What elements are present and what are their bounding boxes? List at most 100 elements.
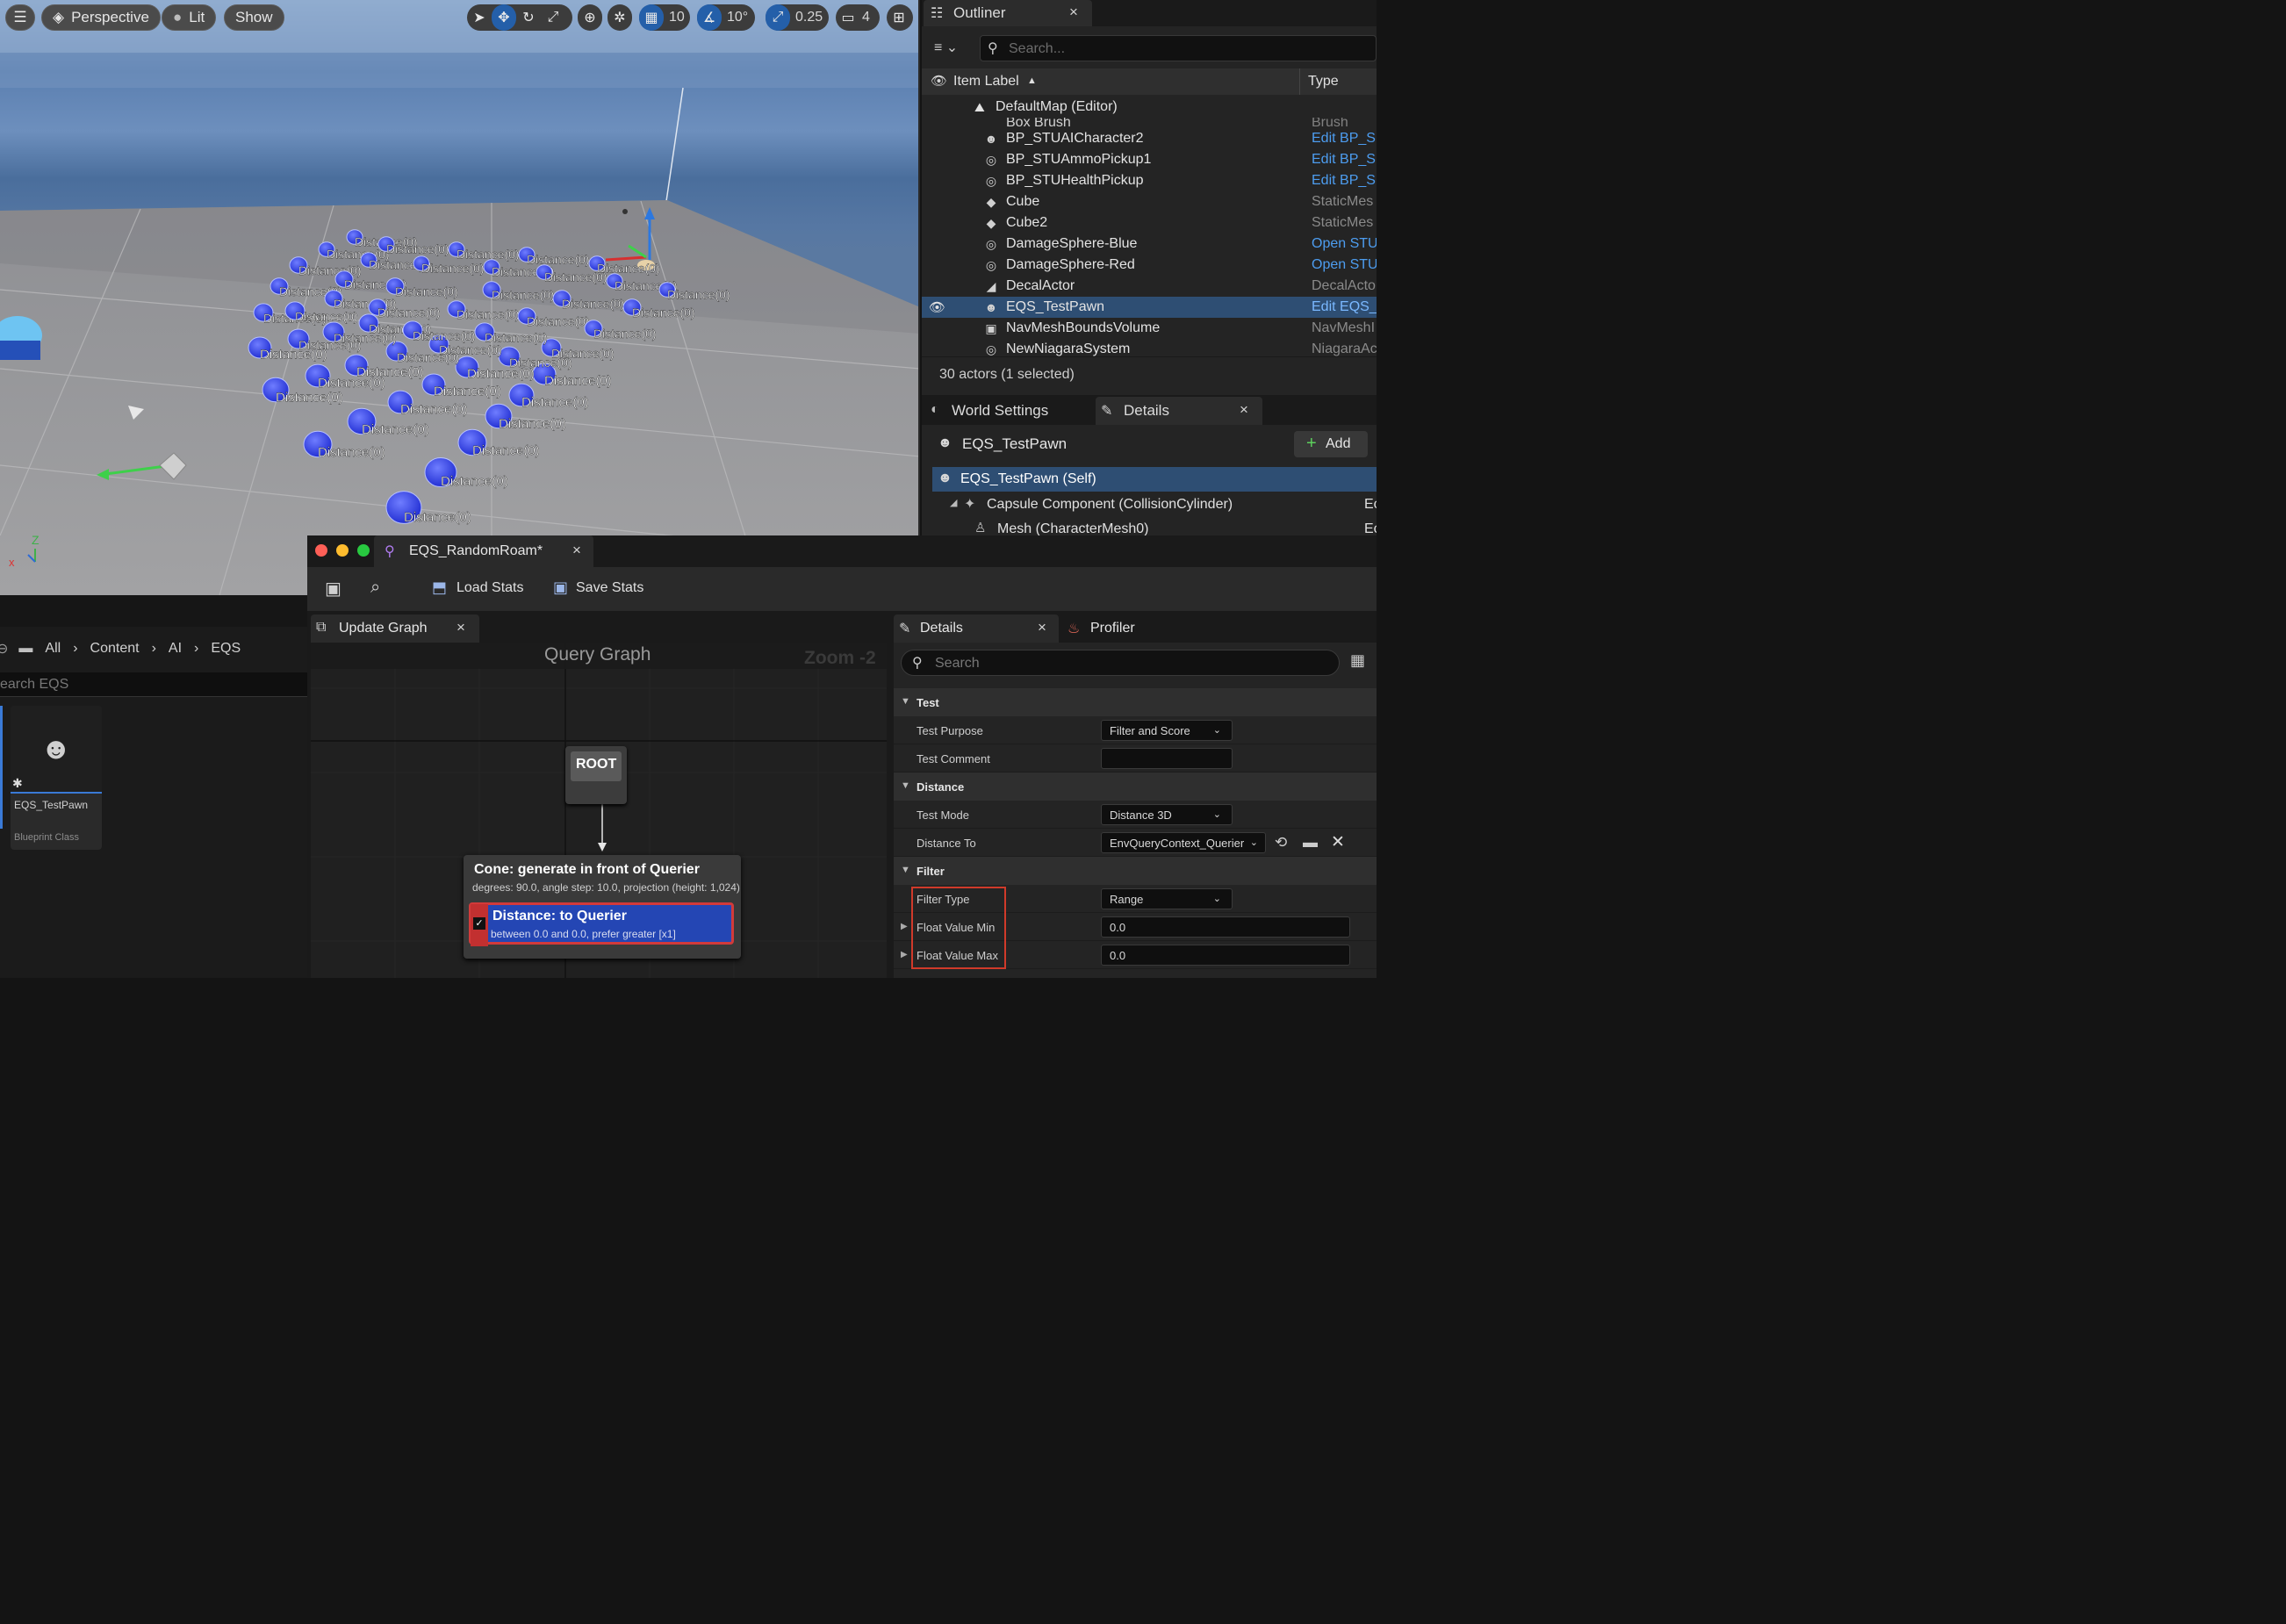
camera-speed-group[interactable]: ▭ 4 xyxy=(836,4,880,31)
outliner-row[interactable]: ▣ NavMeshBoundsVolume NavMeshI xyxy=(922,318,1377,339)
outliner-row[interactable]: 👁 ☻ EQS_TestPawn Edit EQS_ xyxy=(922,297,1377,318)
details-search-input[interactable]: ⚲ Search xyxy=(901,650,1340,676)
outliner-row[interactable]: ◆ Cube2 StaticMes xyxy=(922,212,1377,234)
outliner-row[interactable]: ☻ BP_STUAICharacter2 Edit BP_S xyxy=(922,128,1377,149)
expand-arrow-icon[interactable]: ◢ xyxy=(950,497,957,508)
scale-snap-group[interactable]: ⤢ 0.25 xyxy=(766,4,829,31)
rotate-tool-icon[interactable]: ↻ xyxy=(516,4,541,31)
tab-profiler[interactable]: ♨ Profiler xyxy=(1066,614,1180,643)
outliner-row[interactable]: ◎ DamageSphere-Blue Open STU xyxy=(922,234,1377,255)
col-item-label[interactable]: Item Label xyxy=(953,74,1019,90)
surface-snap-toggle[interactable]: ✲ xyxy=(607,4,632,31)
tab-eqs-randomroam[interactable]: ⚲ EQS_RandomRoam* × xyxy=(374,535,593,567)
visibility-eye-icon[interactable]: 👁 xyxy=(931,73,947,89)
history-icon[interactable]: ⊖ xyxy=(0,640,8,658)
category-filter[interactable]: ▼ Filter xyxy=(894,857,1377,885)
distance-test-node[interactable]: ✓ Distance: to Querier between 0.0 and 0… xyxy=(469,902,734,946)
asset-tile-eqs-testpawn[interactable]: ☻ ✱ EQS_TestPawn Blueprint Class xyxy=(11,706,102,850)
close-icon[interactable]: × xyxy=(1038,619,1046,636)
close-icon[interactable]: × xyxy=(1069,4,1078,21)
tab-update-graph[interactable]: ⧉ Update Graph × xyxy=(311,614,479,643)
outliner-search-input[interactable]: ⚲ Search... xyxy=(980,35,1377,61)
expand-arrow-icon[interactable]: ▶ xyxy=(901,950,908,959)
tab-world-settings[interactable]: ◐ World Settings xyxy=(929,400,1087,425)
category-test[interactable]: ▼ Test xyxy=(894,688,1377,716)
outliner-row-type[interactable]: Edit BP_S xyxy=(1312,152,1376,168)
save-stats-button[interactable]: ▣ Save Stats xyxy=(551,576,657,602)
outliner-row[interactable]: ◎ BP_STUAmmoPickup1 Edit BP_S xyxy=(922,149,1377,170)
load-stats-button[interactable]: ⬒ Load Stats xyxy=(430,576,536,602)
float-max-input[interactable]: 0.0 xyxy=(1101,945,1350,966)
distance-to-dropdown[interactable]: EnvQueryContext_Querier ⌄ xyxy=(1101,832,1266,853)
scale-tool-icon[interactable]: ⤢ xyxy=(541,4,565,31)
outliner-row[interactable]: ◎ BP_STUHealthPickup Edit BP_S xyxy=(922,170,1377,191)
clear-icon[interactable]: ✕ xyxy=(1331,832,1345,852)
lit-button[interactable]: ● Lit xyxy=(162,4,217,31)
use-selected-icon[interactable]: ⟲ xyxy=(1275,834,1287,852)
browse-asset-icon[interactable]: ⌕ xyxy=(370,578,380,598)
tab-test-details[interactable]: ✎ Details × xyxy=(894,614,1059,643)
close-icon[interactable]: × xyxy=(456,619,465,636)
cone-generator-node[interactable]: Cone: generate in front of Querier degre… xyxy=(464,855,741,959)
col-type[interactable]: Type xyxy=(1308,74,1339,90)
test-comment-input[interactable] xyxy=(1101,748,1233,769)
filter-icon[interactable]: ≡ ⌄ xyxy=(934,39,958,56)
outliner-row[interactable]: ◆ Cube StaticMes xyxy=(922,191,1377,212)
show-button[interactable]: Show xyxy=(224,4,284,31)
property-matrix-icon[interactable]: ▦ xyxy=(1350,651,1365,670)
outliner-row[interactable]: ◢ DecalActor DecalActo xyxy=(922,276,1377,297)
translate-tool-icon[interactable]: ✥ xyxy=(492,4,516,31)
perspective-button[interactable]: ◈ Perspective xyxy=(41,4,161,31)
world-local-toggle[interactable]: ⊕ xyxy=(578,4,602,31)
tab-level-details[interactable]: ✎ Details × xyxy=(1096,397,1262,425)
component-row-mesh[interactable]: ♙ Mesh (CharacterMesh0) Ec xyxy=(932,518,1377,535)
filter-type-dropdown[interactable]: Range ⌄ xyxy=(1101,888,1233,909)
layout-button[interactable]: ⊞ xyxy=(887,4,913,31)
float-min-input[interactable]: 0.0 xyxy=(1101,916,1350,938)
select-tool-icon[interactable]: ➤ xyxy=(467,4,492,31)
test-mode-dropdown[interactable]: Distance 3D ⌄ xyxy=(1101,804,1233,825)
outliner-row-label: Cube2 xyxy=(1006,215,1048,230)
test-enabled-checkbox[interactable]: ✓ xyxy=(473,917,485,930)
visibility-eye-icon[interactable]: 👁 xyxy=(929,299,945,315)
component-row-capsule[interactable]: ◢ ✦ Capsule Component (CollisionCylinder… xyxy=(932,493,1377,516)
tree-root-row[interactable]: ⛰ DefaultMap (Editor) xyxy=(922,97,1377,118)
viewport-menu-button[interactable]: ☰ xyxy=(5,4,35,31)
category-distance[interactable]: ▼ Distance xyxy=(894,772,1377,801)
outliner-row-type[interactable]: Edit EQS_ xyxy=(1312,299,1377,315)
outliner-row-type[interactable]: Edit BP_S xyxy=(1312,131,1376,147)
close-window-button[interactable] xyxy=(315,544,327,557)
rotation-snap-group[interactable]: ∡ 10° xyxy=(697,4,755,31)
asset-star-icon: ✱ xyxy=(12,776,23,790)
add-component-button[interactable]: + Add xyxy=(1294,431,1368,457)
outliner-row[interactable]: ◎ DamageSphere-Red Open STU xyxy=(922,255,1377,276)
close-icon[interactable]: × xyxy=(572,542,581,559)
query-graph-canvas[interactable]: Query Graph Zoom -2 ROOT Cone: generate … xyxy=(311,643,887,978)
outliner-row-type[interactable]: Edit BP_S xyxy=(1312,173,1376,189)
grid-snap-group[interactable]: ▦ 10 xyxy=(639,4,690,31)
breadcrumb-content[interactable]: Content xyxy=(90,641,140,657)
breadcrumb-ai[interactable]: AI xyxy=(169,641,182,657)
actor-name: EQS_TestPawn xyxy=(962,435,1068,452)
close-icon[interactable]: × xyxy=(1240,401,1248,419)
minimize-window-button[interactable] xyxy=(336,544,349,557)
tab-outliner[interactable]: ☷ Outliner × xyxy=(924,0,1092,26)
browse-folder-icon[interactable]: ▬ xyxy=(1303,834,1318,852)
outliner-row-label: NavMeshBoundsVolume xyxy=(1006,320,1161,335)
content-search-input[interactable]: earch EQS xyxy=(0,672,307,697)
details-search-placeholder: Search xyxy=(935,656,980,671)
test-purpose-dropdown[interactable]: Filter and Score ⌄ xyxy=(1101,720,1233,741)
outliner-tab-label: Outliner xyxy=(953,4,1006,21)
component-row-self[interactable]: ☻ EQS_TestPawn (Self) xyxy=(932,467,1377,492)
category-test-label: Test xyxy=(917,696,939,709)
level-viewport[interactable]: Z x Distance(0) Distance(0) Distance(0) Dis… xyxy=(0,0,920,595)
breadcrumb-eqs[interactable]: EQS xyxy=(211,641,241,657)
outliner-row-type[interactable]: Open STU xyxy=(1312,257,1377,273)
breadcrumb-all[interactable]: All xyxy=(45,641,61,657)
expand-arrow-icon[interactable]: ▶ xyxy=(901,922,908,931)
root-node[interactable]: ROOT xyxy=(565,746,627,804)
maximize-window-button[interactable] xyxy=(357,544,370,557)
outliner-row[interactable]: ◎ NewNiagaraSystem NiagaraAc xyxy=(922,339,1377,356)
save-icon[interactable]: ▣ xyxy=(325,578,341,600)
outliner-row-type[interactable]: Open STU xyxy=(1312,236,1377,252)
